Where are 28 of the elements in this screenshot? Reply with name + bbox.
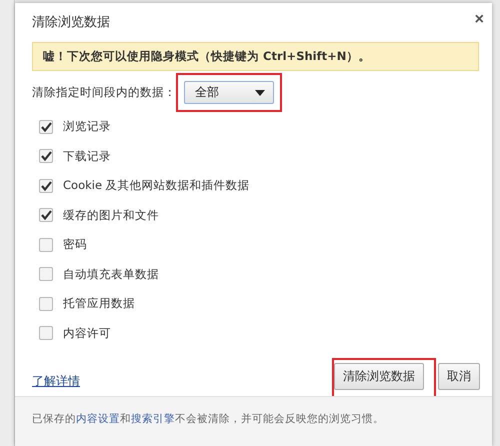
dialog-title: 清除浏览数据: [32, 14, 110, 31]
checkbox[interactable]: [39, 267, 53, 282]
checkbox[interactable]: [39, 178, 53, 193]
checkbox[interactable]: [39, 296, 53, 311]
learn-more-link[interactable]: 了解详情: [32, 372, 80, 390]
option-label: 内容许可: [63, 326, 111, 341]
search-engine-link[interactable]: 搜索引擎: [131, 413, 175, 425]
option-label: 下载记录: [63, 148, 111, 164]
option-label: 密码: [63, 237, 87, 252]
dialog-button[interactable]: 清除浏览数据: [334, 363, 424, 390]
dialog-button[interactable]: 取消: [438, 363, 480, 390]
checkbox[interactable]: [39, 238, 53, 252]
time-range-label: 清除指定时间段内的数据：: [32, 85, 176, 100]
option-label: Cookie 及其他网站数据和插件数据: [63, 178, 250, 194]
footer-text: 已保存的内容设置和搜索引擎不会被清除，并可能会反映您的浏览习惯。: [32, 413, 384, 425]
caret-icon: [255, 90, 265, 96]
close-button[interactable]: ×: [474, 12, 484, 28]
checkbox[interactable]: [39, 326, 53, 340]
checkbox[interactable]: [39, 149, 53, 164]
tip-banner: 嘘！下次您可以使用隐身模式（快捷键为 Ctrl+Shift+N）。: [32, 42, 479, 71]
option-label: 缓存的图片和文件: [63, 208, 159, 223]
content-settings-link[interactable]: 内容设置: [76, 413, 120, 425]
time-range-dropdown[interactable]: 全部: [184, 81, 274, 104]
option-label: 浏览记录: [63, 119, 111, 134]
option-label: 托管应用数据: [63, 296, 135, 312]
option-label: 自动填充表单数据: [63, 266, 159, 282]
checkbox[interactable]: [39, 120, 53, 134]
checkbox[interactable]: [39, 208, 53, 222]
